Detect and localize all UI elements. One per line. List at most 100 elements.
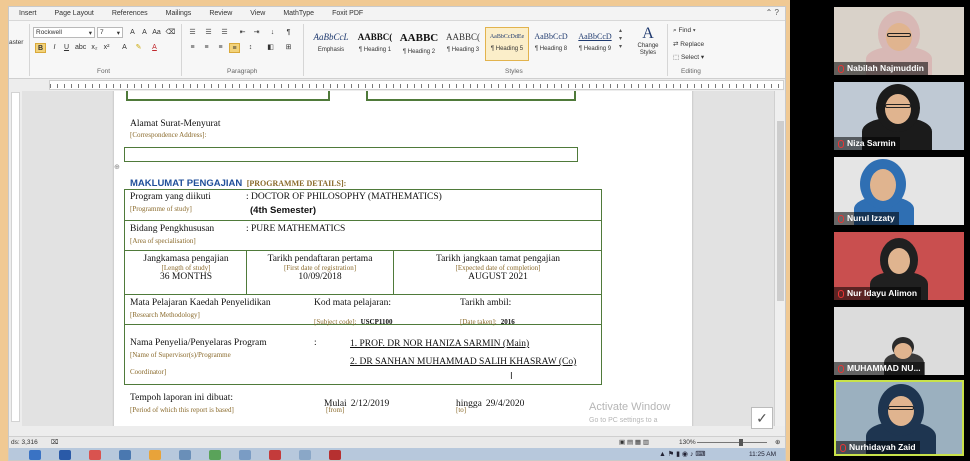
subscript-button[interactable]: x₂ — [89, 43, 100, 53]
change-styles-button[interactable]: A Change Styles — [633, 25, 663, 57]
text-effects-icon[interactable]: A — [119, 43, 130, 53]
period-label-en: [Period of which this report is based] — [130, 406, 234, 414]
decrease-indent-icon[interactable]: ⇤ — [237, 28, 248, 38]
taskbar-app-icon[interactable] — [179, 450, 191, 460]
address-label-en: [Correspondence Address]: — [130, 131, 207, 139]
vertical-scrollbar[interactable] — [774, 91, 785, 426]
taskbar-app-icon[interactable] — [239, 450, 251, 460]
clear-format-icon[interactable]: ⌫ — [165, 28, 176, 38]
tab-mailings[interactable]: Mailings — [166, 10, 192, 17]
align-right-icon[interactable]: ≡ — [215, 43, 226, 53]
supervisor-label-en-2: Coordinator] — [130, 368, 167, 376]
styles-scroll-icon[interactable]: ▴ ▾ ▾ — [619, 27, 622, 51]
taskbar-app-icon[interactable] — [269, 450, 281, 460]
style-emphasis[interactable]: AaBbCcL Emphasis — [309, 27, 353, 61]
font-size-select[interactable]: 7 ▾ — [97, 27, 123, 38]
taskbar: ▲ ⚑ ▮ ◉ ♪ ⌨ 11:25 AM — [9, 448, 785, 460]
table-anchor-icon[interactable]: ⊕ — [114, 163, 120, 171]
to-line: hingga 29/4/2020 — [456, 393, 524, 411]
change-styles-label: Change Styles — [637, 43, 659, 56]
numbering-icon[interactable]: ☰ — [203, 28, 214, 38]
word-window: Insert Page Layout References Mailings R… — [8, 6, 786, 461]
zoom-slider[interactable] — [697, 442, 767, 443]
multilevel-list-icon[interactable]: ☰ — [219, 28, 230, 38]
supervisor-main: 1. PROF. DR NOR HANIZA SARMIN (Main) — [350, 339, 530, 349]
pilcrow-icon[interactable]: ¶ — [283, 28, 294, 38]
style-heading-5[interactable]: AaBbCcDdEe ¶ Heading 5 — [485, 27, 529, 61]
participant-tile[interactable]: MUHAMMAD NU... — [834, 307, 964, 375]
style-heading-1[interactable]: AABBC( ¶ Heading 1 — [353, 27, 397, 61]
proofing-icon[interactable]: ⌧ — [51, 438, 59, 446]
taskbar-app-icon[interactable] — [29, 450, 41, 460]
increase-indent-icon[interactable]: ⇥ — [251, 28, 262, 38]
style-heading-3[interactable]: AABBC( ¶ Heading 3 — [441, 27, 485, 61]
registration-label: Tarikh pendaftaran pertama — [267, 254, 373, 264]
tab-mathtype[interactable]: MathType — [283, 10, 314, 17]
style-heading-9[interactable]: AaBbCcD ¶ Heading 9 — [573, 27, 617, 61]
borders-icon[interactable]: ⊞ — [283, 43, 294, 53]
word-count[interactable]: ds: 3,316 — [11, 439, 38, 446]
tab-view[interactable]: View — [250, 10, 265, 17]
justify-icon[interactable]: ≡ — [229, 43, 240, 53]
tab-page-layout[interactable]: Page Layout — [55, 10, 94, 17]
participant-tile[interactable]: Nabilah Najmuddin — [834, 7, 964, 75]
view-buttons[interactable]: ▣ ▤ ▦ ▥ — [619, 438, 649, 446]
align-left-icon[interactable]: ≡ — [187, 43, 198, 53]
chrome-app-icon[interactable] — [89, 450, 101, 460]
horizontal-ruler[interactable] — [49, 80, 784, 90]
tab-insert[interactable]: Insert — [19, 10, 37, 17]
replace-button[interactable]: ⇄ Replace — [673, 40, 704, 48]
style-heading-2[interactable]: AABBC ¶ Heading 2 — [397, 27, 441, 61]
font-color-icon[interactable]: A — [149, 43, 160, 53]
zoom-slider-thumb[interactable] — [739, 439, 743, 446]
scrollbar-thumb[interactable] — [777, 121, 784, 301]
tab-references[interactable]: References — [112, 10, 148, 17]
pdf-app-icon[interactable] — [329, 450, 341, 460]
bullets-icon[interactable]: ☰ — [187, 28, 198, 38]
address-input-box[interactable] — [124, 147, 578, 162]
clock: 11:25 AM — [749, 451, 776, 458]
taskbar-app-icon[interactable] — [299, 450, 311, 460]
sort-icon[interactable]: ↓ — [267, 28, 278, 38]
participant-tile[interactable]: Nur Idayu Alimon — [834, 232, 964, 300]
italic-button[interactable]: I — [49, 43, 60, 53]
ribbon-minimize-icon[interactable]: ⌃ ? — [766, 8, 779, 17]
zoom-level[interactable]: 130% — [679, 439, 696, 446]
strikethrough-button[interactable]: abc — [75, 43, 86, 53]
style-label: ¶ Heading 1 — [358, 47, 392, 53]
font-name-select[interactable]: Rockwell ▾ — [33, 27, 95, 38]
select-button[interactable]: ⬚ Select ▾ — [673, 53, 704, 61]
code-value: USCP1100 — [360, 318, 393, 326]
shrink-font-button[interactable]: A — [139, 28, 150, 38]
participant-tile[interactable]: Niza Sarmin — [834, 82, 964, 150]
line-spacing-icon[interactable]: ↕ — [245, 43, 256, 53]
underline-button[interactable]: U — [61, 43, 72, 53]
code-label-en: [Subject code]: — [314, 318, 357, 326]
style-heading-8[interactable]: AaBbCcD ¶ Heading 8 — [529, 27, 573, 61]
participant-tile-speaking[interactable]: Nurhidayah Zaid — [834, 380, 964, 456]
vertical-ruler[interactable] — [11, 92, 20, 422]
taskbar-app-icon[interactable] — [209, 450, 221, 460]
bold-button[interactable]: B — [35, 43, 46, 53]
completion-value: AUGUST 2021 — [468, 272, 528, 282]
shading-icon[interactable]: ◧ — [265, 43, 276, 53]
tab-foxit-pdf[interactable]: Foxit PDF — [332, 10, 363, 17]
superscript-button[interactable]: x² — [101, 43, 112, 53]
participant-tile[interactable]: Nurul Izzaty — [834, 157, 964, 225]
find-button[interactable]: ⌕ Find ▾ — [673, 27, 696, 35]
editing-group-label: Editing — [681, 68, 701, 75]
zoom-in-icon[interactable]: ⊕ — [775, 438, 780, 446]
align-center-icon[interactable]: ≡ — [201, 43, 212, 53]
document-page[interactable]: Alamat Surat-Menyurat [Correspondence Ad… — [114, 91, 692, 426]
mic-muted-icon — [838, 214, 844, 223]
grow-font-button[interactable]: A — [127, 28, 138, 38]
taskbar-app-icon[interactable] — [119, 450, 131, 460]
tray-icons[interactable]: ▲ ⚑ ▮ ◉ ♪ ⌨ — [659, 450, 706, 458]
word-app-icon[interactable] — [59, 450, 71, 460]
paste-label[interactable]: aster — [9, 39, 23, 46]
change-case-button[interactable]: Aa — [151, 28, 162, 38]
check-icon[interactable]: ✓ — [751, 407, 773, 429]
tab-review[interactable]: Review — [209, 10, 232, 17]
taskbar-app-icon[interactable] — [149, 450, 161, 460]
highlight-icon[interactable]: ✎ — [133, 43, 144, 53]
